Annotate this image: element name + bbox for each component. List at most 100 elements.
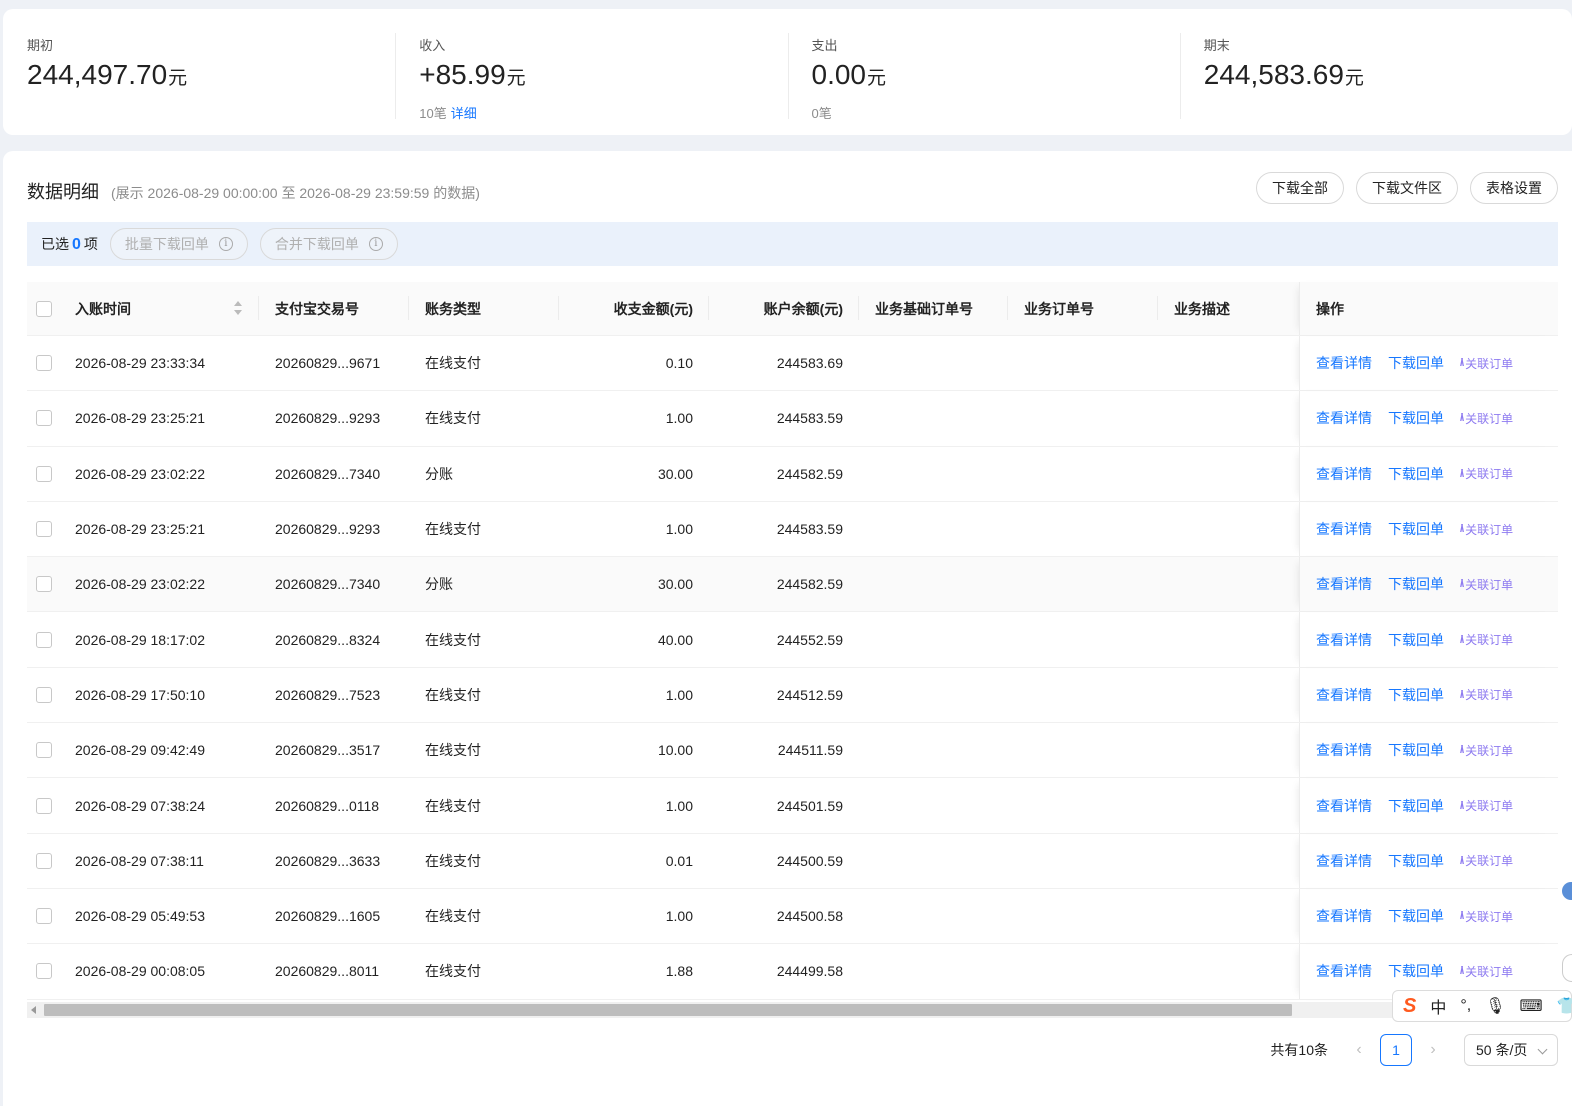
income-detail-link[interactable]: 详细 <box>451 106 477 121</box>
page-size-select[interactable]: 50 条/页 <box>1464 1034 1558 1066</box>
prev-page-icon[interactable]: ‹ <box>1344 1041 1374 1059</box>
download-receipt-link[interactable]: 下载回单 <box>1388 906 1444 926</box>
cell-desc <box>1158 391 1299 445</box>
related-order-link[interactable]: /\ 关联订单 <box>1460 963 1513 980</box>
cell-type: 在线支付 <box>425 355 481 372</box>
cell-amount: 0.10 <box>665 355 693 372</box>
view-detail-link[interactable]: 查看详情 <box>1316 796 1372 816</box>
table-settings-button[interactable]: 表格设置 <box>1470 172 1558 204</box>
view-detail-link[interactable]: 查看详情 <box>1316 685 1372 705</box>
row-checkbox[interactable] <box>36 631 52 648</box>
skin-icon[interactable]: 👕 <box>1557 996 1572 1016</box>
scrollbar-thumb[interactable] <box>44 1004 1292 1016</box>
cell-base-order <box>859 834 1008 888</box>
view-detail-link[interactable]: 查看详情 <box>1316 630 1372 650</box>
row-checkbox[interactable] <box>36 576 52 593</box>
ime-logo-icon[interactable]: S <box>1403 995 1416 1018</box>
cell-order <box>1008 944 1158 998</box>
row-checkbox[interactable] <box>36 908 52 925</box>
cell-time: 2026-08-29 18:17:02 <box>75 631 205 648</box>
microphone-icon[interactable]: 🎙 <box>1485 996 1505 1016</box>
related-order-link[interactable]: /\ 关联订单 <box>1460 521 1513 538</box>
download-area-button[interactable]: 下载文件区 <box>1356 172 1458 204</box>
horizontal-scrollbar[interactable] <box>27 1002 1558 1018</box>
row-select-cell <box>27 447 59 501</box>
related-order-icon: /\ <box>1460 799 1464 812</box>
download-receipt-link[interactable]: 下载回单 <box>1388 574 1444 594</box>
download-receipt-link[interactable]: 下载回单 <box>1388 961 1444 981</box>
row-checkbox[interactable] <box>36 355 52 372</box>
row-checkbox[interactable] <box>36 852 52 869</box>
row-checkbox[interactable] <box>36 521 52 538</box>
cell-ops: 查看详情 下载回单 /\ 关联订单 <box>1299 888 1558 944</box>
download-all-button[interactable]: 下载全部 <box>1256 172 1344 204</box>
cell-order <box>1008 502 1158 556</box>
view-detail-link[interactable]: 查看详情 <box>1316 906 1372 926</box>
cell-balance: 244501.59 <box>776 797 843 814</box>
row-checkbox[interactable] <box>36 742 52 759</box>
related-order-link[interactable]: /\ 关联订单 <box>1460 410 1513 427</box>
related-order-link[interactable]: /\ 关联订单 <box>1460 576 1513 593</box>
table-row: 2026-08-29 09:42:49 20260829...3517 在线支付 10… <box>27 723 1558 779</box>
sort-icon[interactable] <box>233 300 243 318</box>
header-base-order: 业务基础订单号 <box>859 282 1008 335</box>
cell-time: 2026-08-29 00:08:05 <box>75 963 205 980</box>
view-detail-link[interactable]: 查看详情 <box>1316 464 1372 484</box>
view-detail-link[interactable]: 查看详情 <box>1316 519 1372 539</box>
scroll-left-icon[interactable] <box>31 1006 36 1014</box>
download-receipt-link[interactable]: 下载回单 <box>1388 685 1444 705</box>
cell-amount: 1.00 <box>665 908 693 925</box>
download-receipt-link[interactable]: 下载回单 <box>1388 740 1444 760</box>
page-1-button[interactable]: 1 <box>1380 1034 1412 1066</box>
cell-base-order <box>859 723 1008 777</box>
row-checkbox[interactable] <box>36 465 52 482</box>
related-order-icon: /\ <box>1460 910 1464 923</box>
cell-desc <box>1158 612 1299 666</box>
row-select-cell <box>27 834 59 888</box>
row-checkbox[interactable] <box>36 686 52 703</box>
select-all-checkbox[interactable] <box>36 300 52 317</box>
related-order-link[interactable]: /\ 关联订单 <box>1460 908 1513 925</box>
download-receipt-link[interactable]: 下载回单 <box>1388 408 1444 428</box>
related-order-link[interactable]: /\ 关联订单 <box>1460 797 1513 814</box>
download-receipt-link[interactable]: 下载回单 <box>1388 796 1444 816</box>
punctuation-icon[interactable]: °, <box>1460 997 1471 1015</box>
cell-type: 分账 <box>425 576 453 593</box>
merge-download-button[interactable]: 合并下载回单 i <box>259 228 398 260</box>
download-receipt-link[interactable]: 下载回单 <box>1388 353 1444 373</box>
related-order-link[interactable]: /\ 关联订单 <box>1460 631 1513 648</box>
related-order-link[interactable]: /\ 关联订单 <box>1460 355 1513 372</box>
cell-time: 2026-08-29 23:33:34 <box>75 355 205 372</box>
next-page-icon[interactable]: › <box>1418 1041 1448 1059</box>
row-checkbox[interactable] <box>36 410 52 427</box>
related-order-link[interactable]: /\ 关联订单 <box>1460 686 1513 703</box>
view-detail-link[interactable]: 查看详情 <box>1316 408 1372 428</box>
view-detail-link[interactable]: 查看详情 <box>1316 740 1372 760</box>
row-checkbox[interactable] <box>36 797 52 814</box>
related-order-link[interactable]: /\ 关联订单 <box>1460 742 1513 759</box>
download-receipt-link[interactable]: 下载回单 <box>1388 464 1444 484</box>
row-checkbox[interactable] <box>36 963 52 980</box>
related-order-icon: /\ <box>1460 633 1464 646</box>
download-receipt-link[interactable]: 下载回单 <box>1388 630 1444 650</box>
batch-download-button[interactable]: 批量下载回单 i <box>109 228 248 260</box>
related-order-link[interactable]: /\ 关联订单 <box>1460 465 1513 482</box>
ime-mode[interactable]: 中 <box>1430 994 1446 1018</box>
row-select-cell <box>27 889 59 943</box>
header-ops: 操作 <box>1299 282 1558 335</box>
cell-balance: 244500.58 <box>776 908 843 925</box>
summary-card: 期初 244,497.70元 收入 +85.99元 10笔 详细 支出 0.00元… <box>3 9 1572 135</box>
header-time[interactable]: 入账时间 <box>59 282 259 335</box>
cell-balance: 244499.58 <box>776 963 843 980</box>
select-all-cell <box>27 282 59 335</box>
view-detail-link[interactable]: 查看详情 <box>1316 353 1372 373</box>
view-detail-link[interactable]: 查看详情 <box>1316 851 1372 871</box>
download-receipt-link[interactable]: 下载回单 <box>1388 851 1444 871</box>
keyboard-icon[interactable]: ⌨ <box>1520 996 1543 1016</box>
view-detail-link[interactable]: 查看详情 <box>1316 961 1372 981</box>
related-order-link[interactable]: /\ 关联订单 <box>1460 852 1513 869</box>
view-detail-link[interactable]: 查看详情 <box>1316 574 1372 594</box>
related-order-icon: /\ <box>1460 412 1464 425</box>
download-receipt-link[interactable]: 下载回单 <box>1388 519 1444 539</box>
floating-tab[interactable] <box>1562 954 1572 982</box>
